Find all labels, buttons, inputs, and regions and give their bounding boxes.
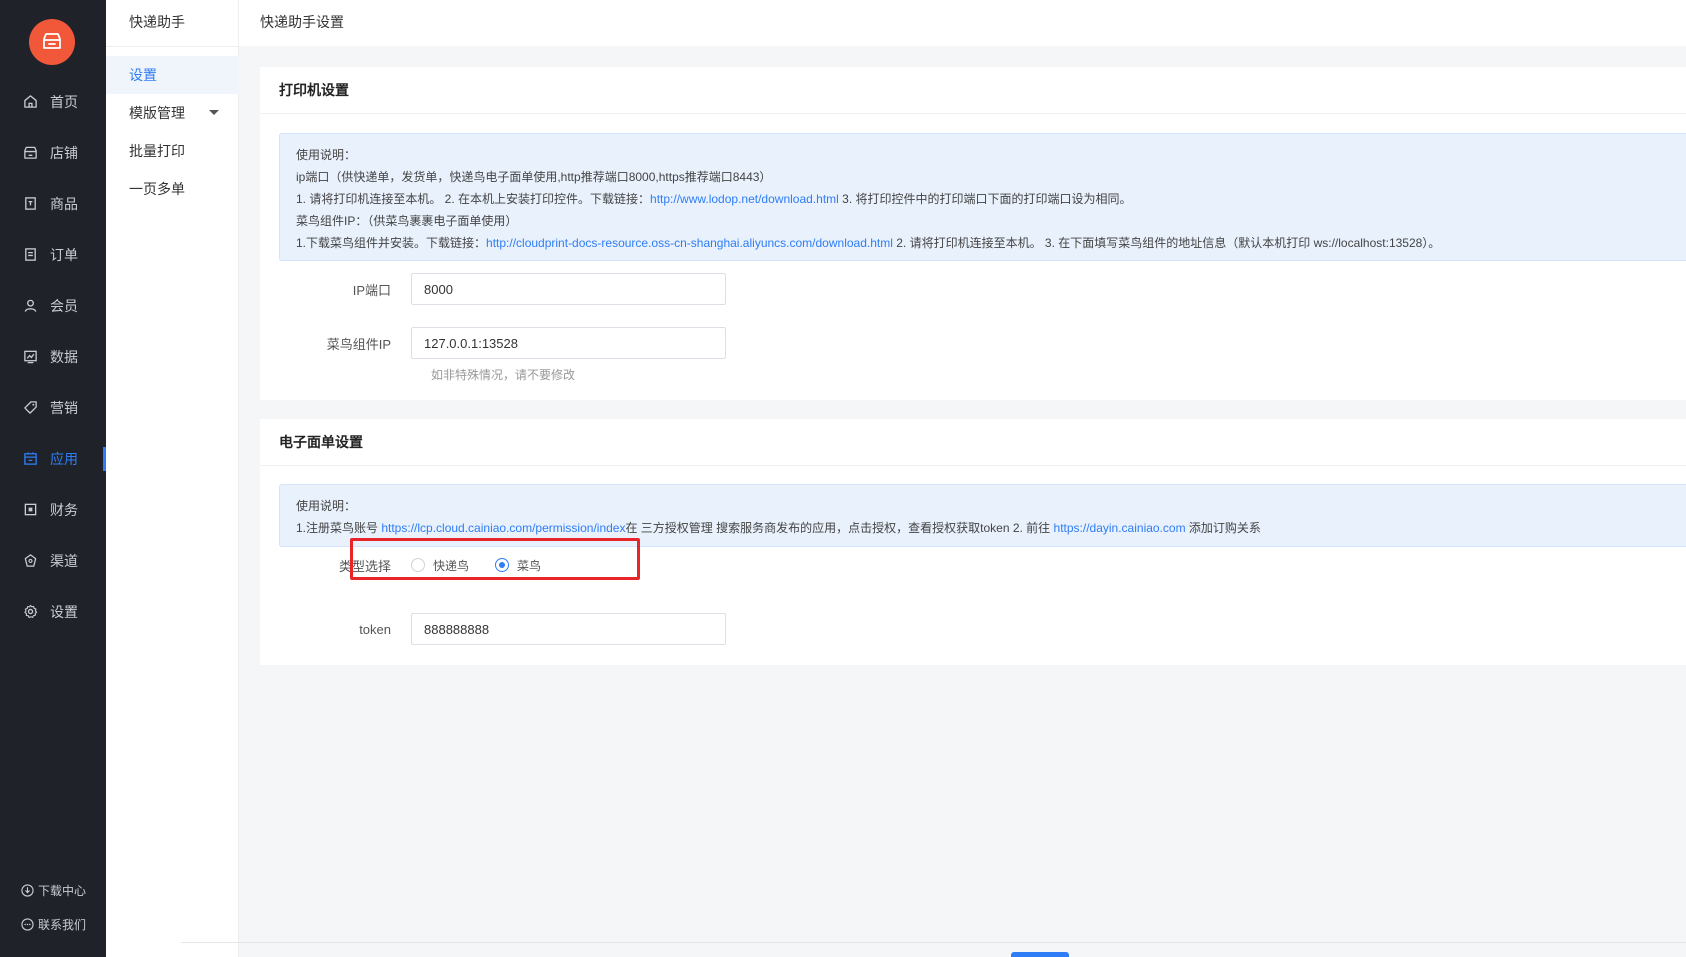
cainiao-ip-input[interactable] bbox=[411, 327, 726, 359]
ip-port-row: IP端口 bbox=[260, 273, 726, 305]
subnav-title: 快递助手 bbox=[106, 0, 238, 47]
gear-icon bbox=[22, 604, 38, 620]
nav-item-label: 订单 bbox=[50, 246, 78, 263]
nav-item-label: 渠道 bbox=[50, 552, 78, 569]
printer-settings-card: 打印机设置 使用说明： ip端口（供快递单，发货单，快递鸟电子面单使用,http… bbox=[260, 67, 1686, 400]
page-title: 快递助手设置 bbox=[239, 0, 1686, 46]
chat-icon bbox=[20, 918, 34, 932]
subnav-item-multi-per-page[interactable]: 一页多单 bbox=[106, 170, 239, 208]
main-sidebar: 首页 店铺 商品 订单 会员 数据 营销 应用 财务 渠道 设置 下载中心 联系… bbox=[0, 0, 106, 957]
nav-item-label: 设置 bbox=[50, 603, 78, 620]
subnav-item-label: 批量打印 bbox=[129, 143, 185, 159]
nav-item-label: 财务 bbox=[50, 501, 78, 518]
nav-item-member[interactable]: 会员 bbox=[0, 280, 106, 331]
notice-line: 1.注册菜鸟账号 https://lcp.cloud.cainiao.com/p… bbox=[296, 517, 1670, 539]
nav-item-goods[interactable]: 商品 bbox=[0, 178, 106, 229]
contact-us-label: 联系我们 bbox=[38, 918, 87, 932]
contact-us-link[interactable]: 联系我们 bbox=[20, 916, 86, 933]
lodop-download-link[interactable]: http://www.lodop.net/download.html bbox=[650, 192, 839, 206]
store-logo-icon bbox=[43, 33, 61, 49]
radio-kuaidiniao[interactable]: 快递鸟 bbox=[411, 557, 469, 574]
nav-item-label: 应用 bbox=[50, 450, 78, 467]
notice-heading: 使用说明： bbox=[296, 499, 357, 513]
nav-item-label: 会员 bbox=[50, 297, 78, 314]
notice-text: 3. 将打印控件中的打印端口下面的打印端口设为相同。 bbox=[838, 192, 1132, 206]
subnav-item-label: 一页多单 bbox=[129, 181, 185, 197]
nav-item-finance[interactable]: 财务 bbox=[0, 484, 106, 535]
caret-down-icon bbox=[209, 110, 219, 115]
cainiao-ip-label: 菜鸟组件IP bbox=[326, 336, 391, 352]
nav-item-store[interactable]: 店铺 bbox=[0, 127, 106, 178]
notice-text: 2. 请将打印机连接至本机。 3. 在下面填写菜鸟组件的地址信息（默认本机打印 … bbox=[892, 236, 1441, 250]
store-icon bbox=[22, 145, 38, 161]
logo[interactable] bbox=[29, 19, 75, 65]
finance-icon bbox=[22, 502, 38, 518]
cainiao-download-link[interactable]: http://cloudprint-docs-resource.oss-cn-s… bbox=[486, 236, 893, 250]
radio-cainiao[interactable]: 菜鸟 bbox=[495, 557, 541, 574]
home-icon bbox=[22, 94, 38, 110]
subnav-item-label: 设置 bbox=[129, 67, 157, 83]
tag-icon bbox=[22, 400, 38, 416]
nav-item-settings[interactable]: 设置 bbox=[0, 586, 106, 637]
token-row: token bbox=[260, 613, 726, 645]
data-icon bbox=[22, 349, 38, 365]
type-select-row: 类型选择 快递鸟 菜鸟 bbox=[260, 549, 567, 581]
nav-item-data[interactable]: 数据 bbox=[0, 331, 106, 382]
nav-item-order[interactable]: 订单 bbox=[0, 229, 106, 280]
notice-heading: 使用说明： bbox=[296, 148, 357, 162]
secondary-sidebar: 快递助手 设置 模版管理 批量打印 一页多单 bbox=[106, 0, 239, 957]
waybill-settings-card: 电子面单设置 使用说明： 1.注册菜鸟账号 https://lcp.cloud.… bbox=[260, 419, 1686, 665]
ip-port-input[interactable] bbox=[411, 273, 726, 305]
type-select-label: 类型选择 bbox=[338, 558, 391, 574]
footer-divider bbox=[181, 942, 1686, 943]
notice-text: 在 三方授权管理 搜索服务商发布的应用，点击授权，查看授权获取token 2. … bbox=[625, 521, 1054, 535]
printer-settings-title: 打印机设置 bbox=[260, 67, 1686, 114]
nav-item-marketing[interactable]: 营销 bbox=[0, 382, 106, 433]
nav-item-label: 商品 bbox=[50, 195, 78, 212]
channel-icon bbox=[22, 553, 38, 569]
nav-item-label: 数据 bbox=[50, 348, 78, 365]
download-center-label: 下载中心 bbox=[38, 884, 87, 898]
cainiao-permission-link[interactable]: https://lcp.cloud.cainiao.com/permission… bbox=[381, 521, 625, 535]
token-input[interactable] bbox=[411, 613, 726, 645]
subnav-item-batch-print[interactable]: 批量打印 bbox=[106, 132, 239, 170]
notice-text: 添加订购关系 bbox=[1185, 521, 1261, 535]
cainiao-ip-hint: 如非特殊情况，请不要修改 bbox=[431, 368, 576, 382]
member-icon bbox=[22, 298, 38, 314]
nav-item-home[interactable]: 首页 bbox=[0, 76, 106, 127]
nav-item-label: 店铺 bbox=[50, 144, 78, 161]
order-icon bbox=[22, 247, 38, 263]
nav-item-channel[interactable]: 渠道 bbox=[0, 535, 106, 586]
subnav-item-label: 模版管理 bbox=[129, 105, 185, 121]
nav-item-app[interactable]: 应用 bbox=[0, 433, 106, 484]
printer-usage-notice: 使用说明： ip端口（供快递单，发货单，快递鸟电子面单使用,http推荐端口80… bbox=[279, 133, 1686, 261]
radio-label: 菜鸟 bbox=[517, 558, 542, 573]
token-label: token bbox=[359, 621, 391, 637]
notice-line: 菜鸟组件IP：（供菜鸟裹裹电子面单使用） bbox=[296, 214, 518, 228]
main-content: 快递助手设置 打印机设置 使用说明： ip端口（供快递单，发货单，快递鸟电子面单… bbox=[239, 0, 1686, 957]
radio-circle-icon bbox=[411, 558, 425, 572]
radio-checked-icon bbox=[495, 558, 510, 572]
notice-text: 1. 请将打印机连接至本机。 2. 在本机上安装打印控件。下载链接： bbox=[296, 192, 651, 206]
notice-text: 1.下载菜鸟组件并安装。下载链接： bbox=[296, 236, 487, 250]
waybill-settings-title: 电子面单设置 bbox=[260, 419, 1686, 466]
subnav-item-template-manage[interactable]: 模版管理 bbox=[106, 94, 239, 132]
subnav-item-settings[interactable]: 设置 bbox=[106, 56, 239, 94]
save-button[interactable] bbox=[1011, 952, 1069, 957]
download-icon bbox=[20, 884, 34, 898]
waybill-usage-notice: 使用说明： 1.注册菜鸟账号 https://lcp.cloud.cainiao… bbox=[279, 484, 1686, 547]
nav-item-label: 营销 bbox=[50, 399, 78, 416]
notice-line: 1. 请将打印机连接至本机。 2. 在本机上安装打印控件。下载链接：http:/… bbox=[296, 188, 1670, 210]
nav-item-label: 首页 bbox=[50, 93, 78, 110]
notice-line: ip端口（供快递单，发货单，快递鸟电子面单使用,http推荐端口8000,htt… bbox=[296, 170, 772, 184]
radio-label: 快递鸟 bbox=[433, 558, 470, 573]
notice-line: 1.下载菜鸟组件并安装。下载链接：http://cloudprint-docs-… bbox=[296, 232, 1670, 254]
cainiao-ip-row: 菜鸟组件IP bbox=[260, 327, 726, 359]
dayin-cainiao-link[interactable]: https://dayin.cainiao.com bbox=[1054, 521, 1186, 535]
goods-icon bbox=[22, 196, 38, 212]
app-icon bbox=[22, 451, 38, 467]
download-center-link[interactable]: 下载中心 bbox=[20, 882, 86, 899]
ip-port-label: IP端口 bbox=[352, 282, 391, 298]
notice-text: 1.注册菜鸟账号 bbox=[296, 521, 382, 535]
